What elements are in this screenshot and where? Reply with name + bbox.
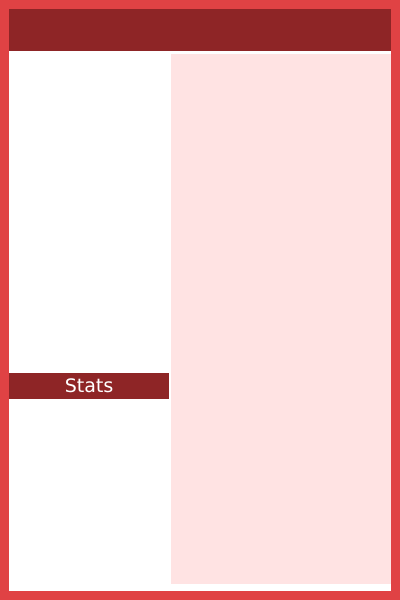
- app-frame: Stats: [0, 0, 400, 600]
- sidebar-item-label: Stats: [64, 375, 114, 397]
- sidebar-item-stats[interactable]: Stats: [9, 373, 169, 399]
- top-header-bar: [9, 9, 391, 51]
- app-window: Stats: [9, 9, 391, 591]
- main-content-panel: [171, 54, 391, 584]
- sidebar: Stats: [9, 51, 169, 591]
